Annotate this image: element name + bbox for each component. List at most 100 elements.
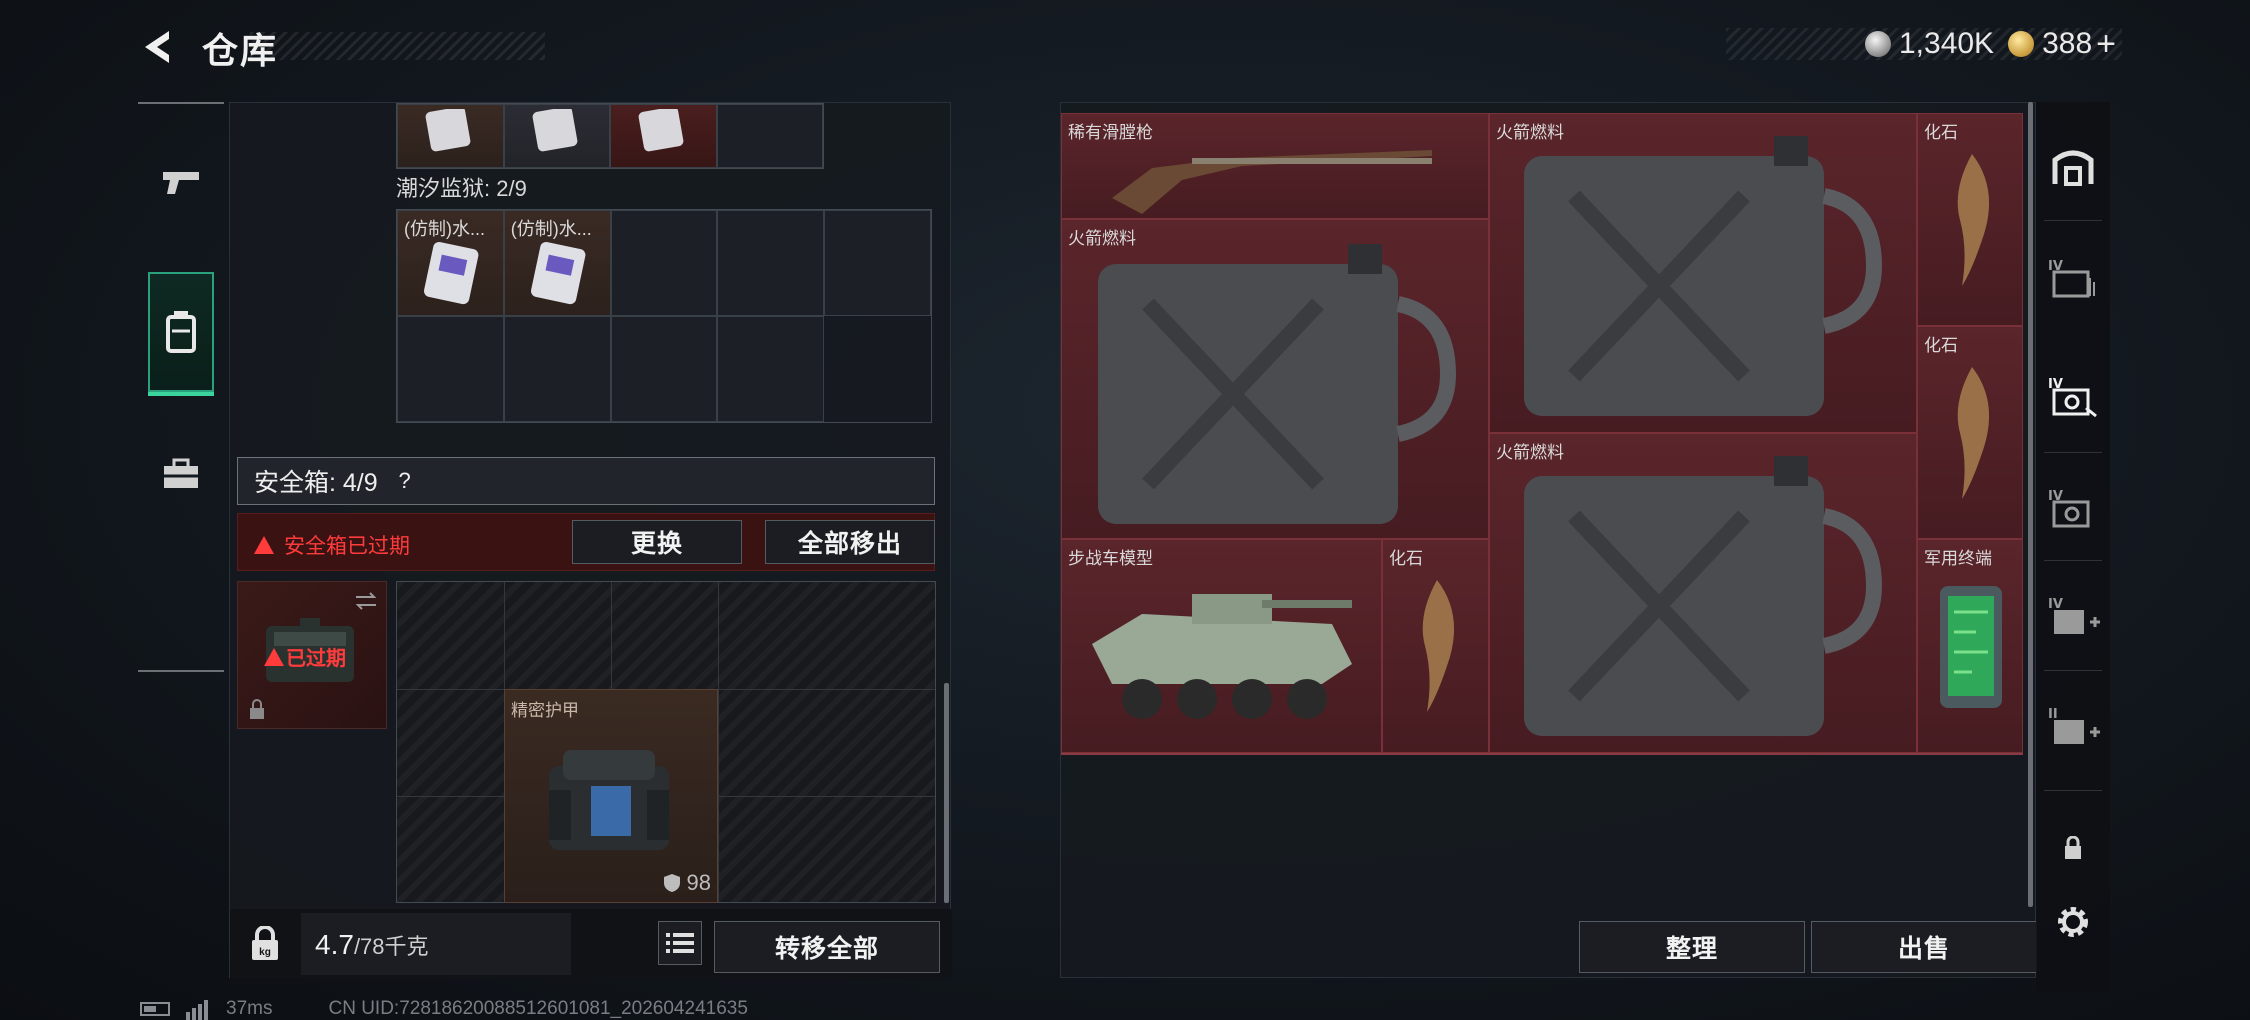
stash-tab-home[interactable] — [2036, 116, 2110, 216]
stash-item-fossil-1[interactable]: 化石 — [1917, 113, 2023, 326]
silver-coin-icon — [1864, 31, 1891, 57]
stash-scrollbar[interactable] — [2028, 102, 2033, 907]
svg-text:IV: IV — [2048, 597, 2063, 612]
grid-cell-item[interactable] — [397, 104, 504, 168]
nav-item-weapons[interactable] — [148, 122, 214, 242]
ifv-model-image — [1092, 594, 1352, 719]
prison-item-2[interactable]: (仿制)水... — [503, 210, 611, 316]
stash-item-musket[interactable]: 稀有滑膛枪 — [1061, 113, 1489, 219]
grid-cell-empty[interactable] — [824, 210, 931, 316]
stash-panel: 稀有滑膛枪 火箭燃料 化石 火箭燃料 化石 火箭燃料 步战车模型 化石 军用终端… — [1060, 102, 2037, 978]
remove-all-button[interactable]: 全部移出 — [765, 520, 935, 564]
nav-item-tools[interactable] — [148, 414, 214, 534]
stash-tab-iv-safe-active[interactable]: IV — [2036, 346, 2110, 446]
grid-cell-item[interactable] — [610, 104, 717, 168]
stash-item-fossil-3[interactable]: 化石 — [1382, 539, 1489, 753]
stash-item-ifv-model[interactable]: 步战车模型 — [1061, 539, 1382, 753]
musket-image — [1112, 150, 1432, 214]
gear-icon — [2058, 907, 2088, 937]
item-label: (仿制)水... — [404, 219, 485, 239]
item-label: 步战车模型 — [1068, 549, 1153, 568]
svg-text:kg: kg — [259, 947, 271, 958]
nav-item-containers[interactable] — [148, 272, 214, 396]
settings-button[interactable] — [2036, 872, 2110, 972]
item-label: 化石 — [1924, 336, 1958, 355]
military-terminal-image — [1940, 586, 2002, 708]
stash-tab-iv-medical[interactable]: IV — [2036, 566, 2110, 666]
transfer-all-button[interactable]: 转移全部 — [714, 921, 940, 973]
stash-item-rocket-fuel-1[interactable]: 火箭燃料 — [1489, 113, 1917, 433]
safebox-expired-bar: 安全箱已过期 更换 全部移出 — [237, 513, 935, 571]
stash-tab-iv-safe-2[interactable]: IV — [2036, 458, 2110, 558]
stash-page-nav: IV IV IV IV II — [2036, 102, 2110, 992]
card-item-icon — [532, 109, 577, 152]
title-decoration — [250, 32, 545, 60]
stash-medkit-iv-icon: IV — [2048, 597, 2100, 634]
silver-currency: 1,340K — [1864, 27, 1994, 61]
gold-coin-icon — [2008, 31, 2035, 57]
prison-section-label: 潮汐监狱: 2/9 — [396, 176, 527, 201]
backpack-bottom-bar: kg 4.7 /78千克 转移全部 — [230, 909, 952, 979]
armor-vest-image — [549, 750, 669, 850]
status-footer: 37ms CN UID:7281862008851260108​1_202604… — [140, 998, 748, 1020]
weight-lock-icon: kg — [252, 926, 278, 960]
grid-cell-empty[interactable] — [717, 316, 825, 422]
stash-tab-ii-medical[interactable]: II — [2036, 676, 2110, 776]
grid-cell-item[interactable] — [503, 104, 610, 168]
fossil-claw-image — [1957, 367, 1990, 499]
stash-item-military-terminal[interactable]: 军用终端 — [1917, 539, 2023, 753]
card-item-icon — [424, 241, 479, 305]
prison-item-1[interactable]: (仿制)水... — [397, 210, 504, 316]
gold-currency[interactable]: 388 + — [2008, 25, 2116, 64]
item-label: 化石 — [1924, 123, 1958, 142]
container-icon — [166, 311, 196, 353]
armor-item[interactable]: 精密护甲 98 — [504, 689, 718, 903]
lock-icon — [250, 699, 264, 719]
safebox-expired-status: 已过期 — [264, 642, 346, 671]
ping-value: 37ms — [226, 998, 273, 1019]
stash-folder-iv-icon: IV — [2048, 259, 2095, 298]
card-item-icon — [425, 109, 471, 152]
toolbox-icon — [164, 458, 198, 488]
replace-button[interactable]: 更换 — [572, 520, 742, 564]
nav-divider — [138, 670, 224, 672]
expired-warning-text: 安全箱已过期 — [284, 535, 410, 558]
stash-item-rocket-fuel-3[interactable]: 火箭燃料 — [1489, 433, 1917, 753]
backpack-scrollbar[interactable] — [944, 683, 949, 903]
grid-cell-empty[interactable] — [717, 210, 825, 316]
fuel-canister-image — [1524, 456, 1883, 736]
stash-tab-iv-files[interactable]: IV — [2036, 228, 2110, 328]
signal-icon — [186, 998, 210, 1020]
stash-item-fossil-2[interactable]: 化石 — [1917, 326, 2023, 539]
sell-button[interactable]: 出售 — [1811, 921, 2037, 973]
page-title: 仓库 — [202, 30, 279, 71]
uid-text: CN UID:7281862008851260108​1_20260424163… — [328, 998, 748, 1019]
safebox-slot[interactable]: 已过期 — [237, 581, 387, 729]
weight-lock-button[interactable]: kg — [240, 919, 290, 969]
grid-cell-empty[interactable] — [716, 104, 823, 168]
weight-current: 4.7 — [315, 929, 354, 960]
list-view-button[interactable] — [658, 921, 702, 965]
fuel-canister-image — [1098, 244, 1457, 524]
grid-cell-empty[interactable] — [397, 316, 504, 422]
weight-display: 4.7 /78千克 — [301, 913, 571, 975]
stash-medkit-ii-icon: II — [2048, 707, 2100, 744]
stash-item-rocket-fuel-2[interactable]: 火箭燃料 — [1061, 219, 1489, 539]
swap-icon — [355, 592, 377, 610]
back-button[interactable] — [136, 26, 182, 68]
expired-status-text: 已过期 — [286, 648, 346, 670]
grid-cell-empty[interactable] — [610, 316, 718, 422]
stash-safe-iv-icon: IV — [2048, 377, 2097, 418]
category-nav — [138, 102, 224, 672]
safebox-help-icon[interactable]: ? — [390, 466, 420, 496]
grid-cell-empty[interactable] — [610, 210, 718, 316]
add-gold-button[interactable]: + — [2096, 25, 2116, 64]
organize-button[interactable]: 整理 — [1579, 921, 1805, 973]
nav-divider — [138, 102, 224, 104]
warning-icon — [254, 536, 274, 554]
grid-cell-empty[interactable] — [503, 316, 611, 422]
upper-item-grid — [396, 103, 824, 169]
stash-home-icon — [2052, 150, 2094, 186]
durability-value: 98 — [686, 870, 711, 895]
item-label: 军用终端 — [1924, 549, 1992, 568]
